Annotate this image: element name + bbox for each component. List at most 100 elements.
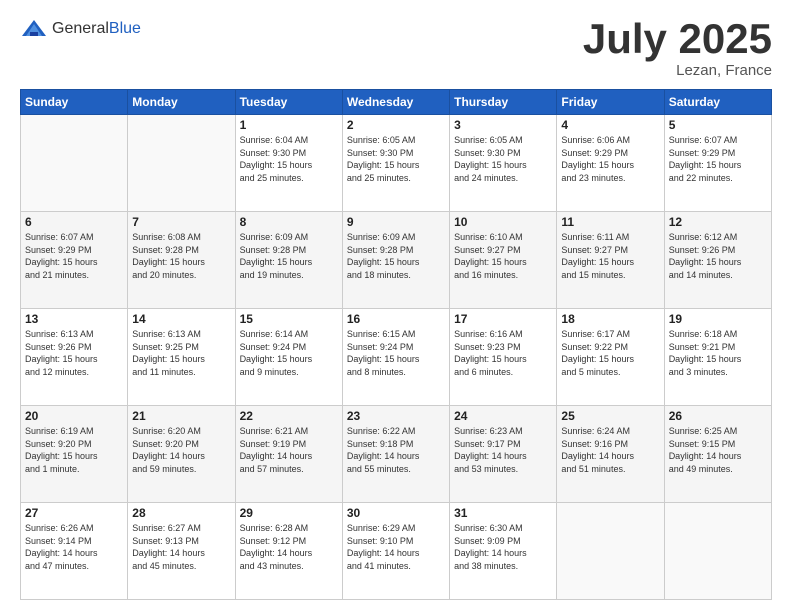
title-block: July 2025 Lezan, France <box>583 18 772 79</box>
cell-info: Sunrise: 6:14 AM Sunset: 9:24 PM Dayligh… <box>240 328 338 378</box>
cell-info: Sunrise: 6:24 AM Sunset: 9:16 PM Dayligh… <box>561 425 659 475</box>
day-number: 31 <box>454 506 552 520</box>
cell-info: Sunrise: 6:06 AM Sunset: 9:29 PM Dayligh… <box>561 134 659 184</box>
cell-info: Sunrise: 6:09 AM Sunset: 9:28 PM Dayligh… <box>347 231 445 281</box>
table-row: 25 Sunrise: 6:24 AM Sunset: 9:16 PM Dayli… <box>557 406 664 503</box>
logo-icon <box>20 18 48 40</box>
day-number: 16 <box>347 312 445 326</box>
table-row: 17 Sunrise: 6:16 AM Sunset: 9:23 PM Dayli… <box>450 309 557 406</box>
day-number: 22 <box>240 409 338 423</box>
logo-text: GeneralBlue <box>52 20 141 38</box>
col-tuesday: Tuesday <box>235 90 342 115</box>
day-number: 19 <box>669 312 767 326</box>
day-number: 18 <box>561 312 659 326</box>
table-row: 30 Sunrise: 6:29 AM Sunset: 9:10 PM Dayli… <box>342 503 449 600</box>
cell-info: Sunrise: 6:08 AM Sunset: 9:28 PM Dayligh… <box>132 231 230 281</box>
cell-info: Sunrise: 6:22 AM Sunset: 9:18 PM Dayligh… <box>347 425 445 475</box>
day-number: 4 <box>561 118 659 132</box>
table-row: 7 Sunrise: 6:08 AM Sunset: 9:28 PM Daylig… <box>128 212 235 309</box>
cell-info: Sunrise: 6:27 AM Sunset: 9:13 PM Dayligh… <box>132 522 230 572</box>
cell-info: Sunrise: 6:13 AM Sunset: 9:26 PM Dayligh… <box>25 328 123 378</box>
col-sunday: Sunday <box>21 90 128 115</box>
day-number: 2 <box>347 118 445 132</box>
cell-info: Sunrise: 6:05 AM Sunset: 9:30 PM Dayligh… <box>454 134 552 184</box>
day-number: 7 <box>132 215 230 229</box>
day-number: 6 <box>25 215 123 229</box>
calendar-week-row: 6 Sunrise: 6:07 AM Sunset: 9:29 PM Daylig… <box>21 212 772 309</box>
day-number: 27 <box>25 506 123 520</box>
logo-general-text: General <box>52 20 109 37</box>
day-number: 30 <box>347 506 445 520</box>
cell-info: Sunrise: 6:20 AM Sunset: 9:20 PM Dayligh… <box>132 425 230 475</box>
col-saturday: Saturday <box>664 90 771 115</box>
day-number: 17 <box>454 312 552 326</box>
logo: GeneralBlue <box>20 18 141 40</box>
table-row: 15 Sunrise: 6:14 AM Sunset: 9:24 PM Dayli… <box>235 309 342 406</box>
calendar-page: GeneralBlue July 2025 Lezan, France Sund… <box>0 0 792 612</box>
cell-info: Sunrise: 6:10 AM Sunset: 9:27 PM Dayligh… <box>454 231 552 281</box>
col-friday: Friday <box>557 90 664 115</box>
calendar-week-row: 20Sunrise: 6:19 AM Sunset: 9:20 PM Dayli… <box>21 406 772 503</box>
calendar-table: Sunday Monday Tuesday Wednesday Thursday… <box>20 89 772 600</box>
day-number: 10 <box>454 215 552 229</box>
cell-info: Sunrise: 6:09 AM Sunset: 9:28 PM Dayligh… <box>240 231 338 281</box>
table-row: 16 Sunrise: 6:15 AM Sunset: 9:24 PM Dayli… <box>342 309 449 406</box>
cell-info: Sunrise: 6:23 AM Sunset: 9:17 PM Dayligh… <box>454 425 552 475</box>
cell-info: Sunrise: 6:04 AM Sunset: 9:30 PM Dayligh… <box>240 134 338 184</box>
logo-blue-text: Blue <box>109 20 141 37</box>
day-number: 5 <box>669 118 767 132</box>
table-row: 29Sunrise: 6:28 AM Sunset: 9:12 PM Dayli… <box>235 503 342 600</box>
day-number: 9 <box>347 215 445 229</box>
cell-info: Sunrise: 6:15 AM Sunset: 9:24 PM Dayligh… <box>347 328 445 378</box>
cell-info: Sunrise: 6:11 AM Sunset: 9:27 PM Dayligh… <box>561 231 659 281</box>
table-row <box>664 503 771 600</box>
cell-info: Sunrise: 6:07 AM Sunset: 9:29 PM Dayligh… <box>669 134 767 184</box>
cell-info: Sunrise: 6:21 AM Sunset: 9:19 PM Dayligh… <box>240 425 338 475</box>
table-row: 13 Sunrise: 6:13 AM Sunset: 9:26 PM Dayli… <box>21 309 128 406</box>
month-title: July 2025 <box>583 18 772 60</box>
table-row: 11Sunrise: 6:11 AM Sunset: 9:27 PM Dayli… <box>557 212 664 309</box>
table-row: 9 Sunrise: 6:09 AM Sunset: 9:28 PM Daylig… <box>342 212 449 309</box>
table-row: 14 Sunrise: 6:13 AM Sunset: 9:25 PM Dayli… <box>128 309 235 406</box>
col-wednesday: Wednesday <box>342 90 449 115</box>
table-row: 12Sunrise: 6:12 AM Sunset: 9:26 PM Dayli… <box>664 212 771 309</box>
day-number: 25 <box>561 409 659 423</box>
cell-info: Sunrise: 6:05 AM Sunset: 9:30 PM Dayligh… <box>347 134 445 184</box>
table-row: 22 Sunrise: 6:21 AM Sunset: 9:19 PM Dayli… <box>235 406 342 503</box>
day-number: 15 <box>240 312 338 326</box>
day-number: 13 <box>25 312 123 326</box>
day-number: 24 <box>454 409 552 423</box>
table-row: 3 Sunrise: 6:05 AM Sunset: 9:30 PM Daylig… <box>450 115 557 212</box>
table-row: 1 Sunrise: 6:04 AM Sunset: 9:30 PM Daylig… <box>235 115 342 212</box>
cell-info: Sunrise: 6:16 AM Sunset: 9:23 PM Dayligh… <box>454 328 552 378</box>
table-row: 24 Sunrise: 6:23 AM Sunset: 9:17 PM Dayli… <box>450 406 557 503</box>
table-row <box>557 503 664 600</box>
table-row: 21 Sunrise: 6:20 AM Sunset: 9:20 PM Dayli… <box>128 406 235 503</box>
day-number: 29 <box>240 506 338 520</box>
table-row: 31 Sunrise: 6:30 AM Sunset: 9:09 PM Dayli… <box>450 503 557 600</box>
day-number: 3 <box>454 118 552 132</box>
cell-info: Sunrise: 6:13 AM Sunset: 9:25 PM Dayligh… <box>132 328 230 378</box>
header: GeneralBlue July 2025 Lezan, France <box>20 18 772 79</box>
cell-info: Sunrise: 6:12 AM Sunset: 9:26 PM Dayligh… <box>669 231 767 281</box>
day-number: 14 <box>132 312 230 326</box>
day-number: 8 <box>240 215 338 229</box>
table-row: 20Sunrise: 6:19 AM Sunset: 9:20 PM Dayli… <box>21 406 128 503</box>
cell-info: Sunrise: 6:17 AM Sunset: 9:22 PM Dayligh… <box>561 328 659 378</box>
day-number: 20 <box>25 409 123 423</box>
cell-info: Sunrise: 6:29 AM Sunset: 9:10 PM Dayligh… <box>347 522 445 572</box>
calendar-week-row: 13 Sunrise: 6:13 AM Sunset: 9:26 PM Dayli… <box>21 309 772 406</box>
table-row: 26Sunrise: 6:25 AM Sunset: 9:15 PM Dayli… <box>664 406 771 503</box>
day-number: 21 <box>132 409 230 423</box>
cell-info: Sunrise: 6:30 AM Sunset: 9:09 PM Dayligh… <box>454 522 552 572</box>
cell-info: Sunrise: 6:07 AM Sunset: 9:29 PM Dayligh… <box>25 231 123 281</box>
table-row: 19Sunrise: 6:18 AM Sunset: 9:21 PM Dayli… <box>664 309 771 406</box>
cell-info: Sunrise: 6:26 AM Sunset: 9:14 PM Dayligh… <box>25 522 123 572</box>
location: Lezan, France <box>583 62 772 79</box>
table-row <box>21 115 128 212</box>
day-number: 26 <box>669 409 767 423</box>
day-number: 23 <box>347 409 445 423</box>
table-row: 5 Sunrise: 6:07 AM Sunset: 9:29 PM Daylig… <box>664 115 771 212</box>
day-number: 1 <box>240 118 338 132</box>
table-row: 23 Sunrise: 6:22 AM Sunset: 9:18 PM Dayli… <box>342 406 449 503</box>
